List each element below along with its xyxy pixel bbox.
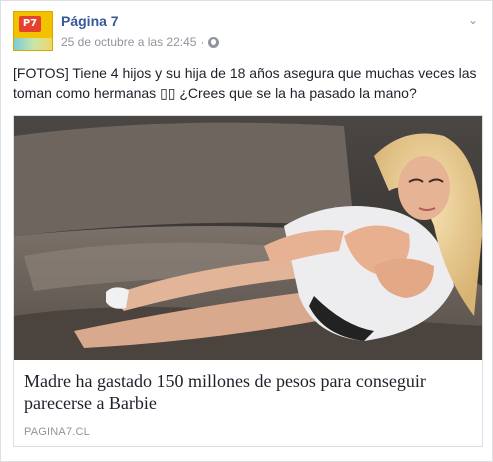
post-timestamp[interactable]: 25 de octubre a las 22:45 xyxy=(61,35,196,49)
post-card: P7 Página 7 25 de octubre a las 22:45 · … xyxy=(0,0,493,462)
link-preview-image[interactable] xyxy=(14,116,482,360)
link-domain: PAGINA7.CL xyxy=(24,426,90,438)
chevron-down-icon[interactable]: ⌄ xyxy=(466,14,480,26)
page-name-link[interactable]: Página 7 xyxy=(61,13,119,29)
meta-separator: · xyxy=(200,35,205,49)
avatar-decoration xyxy=(14,38,52,50)
post-text: [FOTOS] Tiene 4 hijos y su hija de 18 añ… xyxy=(13,65,477,101)
globe-icon[interactable] xyxy=(208,36,220,48)
post-meta: 25 de octubre a las 22:45 · xyxy=(61,35,220,49)
page-logo: P7 xyxy=(19,16,41,32)
page-avatar[interactable]: P7 xyxy=(13,11,53,51)
post-header: P7 Página 7 25 de octubre a las 22:45 · … xyxy=(13,11,480,53)
link-preview[interactable]: Madre ha gastado 150 millones de pesos p… xyxy=(13,115,483,447)
preview-photo xyxy=(14,116,482,360)
link-headline[interactable]: Madre ha gastado 150 millones de pesos p… xyxy=(24,370,474,414)
